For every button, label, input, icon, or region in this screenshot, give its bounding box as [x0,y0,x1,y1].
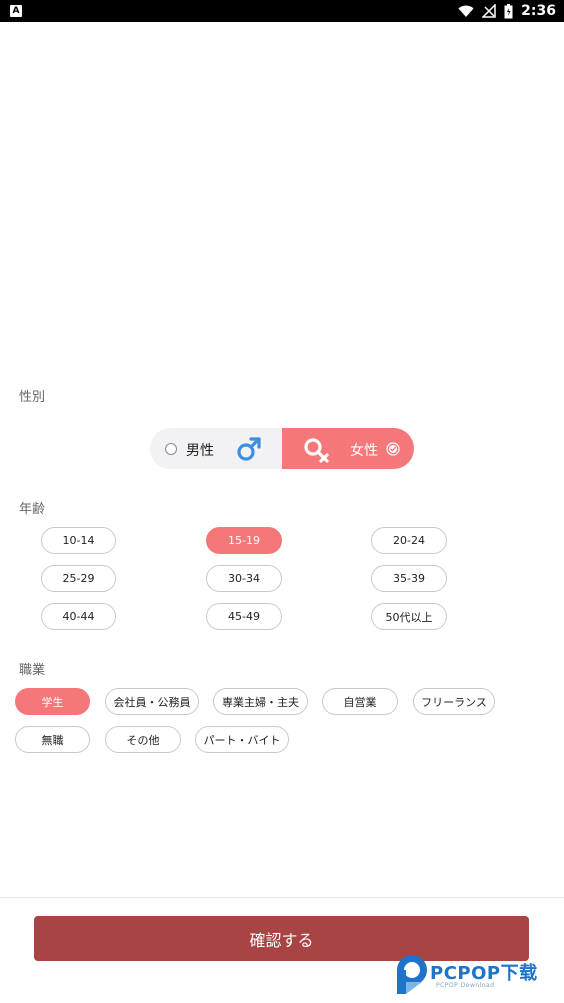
status-time: 2:36 [521,3,556,19]
app-notification-icon: A [10,5,22,17]
watermark-subtitle: PCPOP Download [436,982,495,989]
signal-icon [482,4,496,18]
gender-toggle: 男性 女性 [150,428,414,469]
wifi-icon [458,5,474,17]
job-option-other[interactable]: その他 [105,726,181,753]
male-symbol-icon [237,437,261,461]
male-label: 男性 [186,443,214,459]
age-option-30-34[interactable]: 30-34 [206,565,282,592]
job-option-self-employed[interactable]: 自営業 [322,688,398,715]
gender-section-label: 性別 [19,390,46,405]
age-option-15-19[interactable]: 15-19 [206,527,282,554]
job-option-part-time[interactable]: パート・バイト [195,726,289,753]
job-option-freelance[interactable]: フリーランス [413,688,495,715]
age-option-20-24[interactable]: 20-24 [371,527,447,554]
job-option-company-employee[interactable]: 会社員・公務員 [105,688,199,715]
status-bar: A 2:36 [0,0,564,22]
age-option-10-14[interactable]: 10-14 [41,527,116,554]
female-label: 女性 [350,443,378,459]
job-option-unemployed[interactable]: 無職 [15,726,90,753]
age-option-25-29[interactable]: 25-29 [41,565,116,592]
watermark: PCPOP下载 PCPOP Download [392,950,562,1000]
age-option-40-44[interactable]: 40-44 [41,603,116,630]
gender-option-female[interactable]: 女性 [282,428,414,469]
gender-option-male[interactable]: 男性 [150,428,282,469]
job-section-label: 職業 [19,663,46,678]
check-circle-icon [386,442,400,456]
job-option-student[interactable]: 学生 [15,688,90,715]
battery-icon [504,3,513,18]
pcpop-logo-icon [397,955,427,994]
female-symbol-icon [304,438,329,463]
job-option-homemaker[interactable]: 専業主婦・主夫 [213,688,308,715]
age-option-45-49[interactable]: 45-49 [206,603,282,630]
age-option-50-plus[interactable]: 50代以上 [371,603,447,630]
age-option-35-39[interactable]: 35-39 [371,565,447,592]
age-section-label: 年齢 [19,502,46,517]
radio-unchecked-icon [165,443,177,455]
profile-form: 性別 男性 女性 年齢 10-14 15-19 20-24 25-29 30-3… [0,22,564,898]
